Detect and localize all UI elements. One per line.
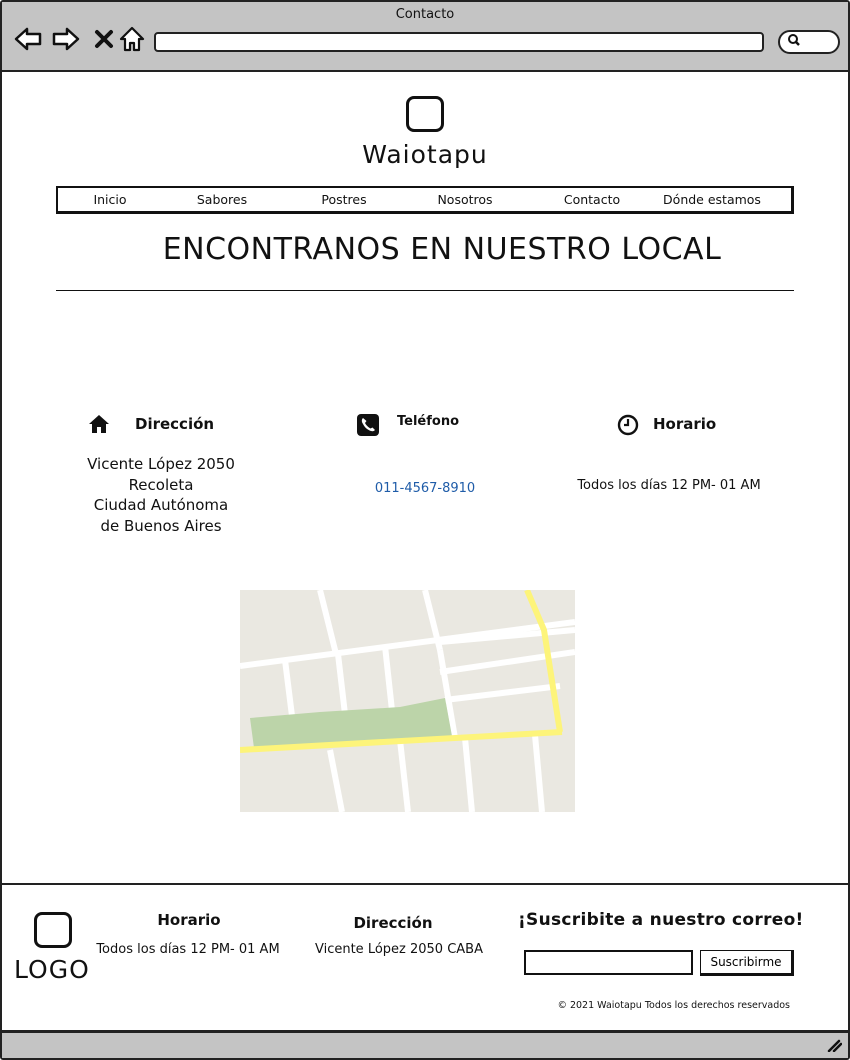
address-text: Vicente López 2050 Recoleta Ciudad Autón… [50,454,272,536]
nav-item-sabores[interactable]: Sabores [190,192,254,207]
hours-text: Todos los días 12 PM- 01 AM [577,478,761,493]
address-bar[interactable] [154,32,764,52]
clock-icon [617,414,639,440]
footer-hours-heading: Horario [157,911,221,929]
subscribe-button[interactable]: Suscribirme [700,950,794,976]
status-bar [2,1030,848,1058]
page-title: ENCONTRANOS EN NUESTRO LOCAL [162,232,722,267]
address-line: Recoleta [128,475,194,494]
brand-name: Waiotapu [362,140,488,169]
arrow-left-icon [14,27,42,51]
nav-item-inicio[interactable]: Inicio [88,192,132,207]
search-icon [787,33,801,51]
hours-heading: Horario [653,415,717,433]
nav-item-nosotros[interactable]: Nosotros [428,192,502,207]
address-line: Ciudad Autónoma [93,496,229,514]
home-icon [88,414,110,438]
browser-toolbar: Contacto [2,2,848,72]
footer-logo: LOGO [14,955,90,984]
footer-logo-mark [34,912,72,948]
footer-address-heading: Dirección [353,914,433,932]
stop-button[interactable] [90,26,118,52]
footer-hours-text: Todos los días 12 PM- 01 AM [96,942,280,957]
back-button[interactable] [14,26,42,52]
email-field[interactable] [524,950,693,975]
arrow-right-icon [52,27,80,51]
home-button[interactable] [118,26,146,52]
nav-item-postres[interactable]: Postres [312,192,376,207]
main-nav: Inicio Sabores Postres Nosotros Contacto… [56,186,794,214]
brand-logo[interactable] [406,96,444,132]
copyright-text: © 2021 Waiotapu Todos los derechos reser… [557,1000,790,1011]
browser-search[interactable] [778,30,840,54]
title-divider [56,290,794,291]
resize-handle-icon[interactable] [826,1038,843,1056]
phone-heading: Teléfono [397,414,460,429]
forward-button[interactable] [52,26,80,52]
address-line: Vicente López 2050 [87,455,235,473]
location-map[interactable] [240,590,575,812]
nav-item-contacto[interactable]: Contacto [556,192,628,207]
footer-address-text: Vicente López 2050 CABA [314,942,483,957]
phone-link[interactable]: 011-4567-8910 [330,481,520,496]
address-heading: Dirección [135,415,215,433]
home-icon [119,26,145,52]
subscribe-heading: ¡Suscribite a nuestro correo! [518,910,804,930]
map-graphic [240,590,575,812]
nav-item-donde-estamos[interactable]: Dónde estamos [656,192,768,207]
address-line: de Buenos Aires [100,516,222,535]
window-title: Contacto [395,7,455,22]
x-icon [95,30,113,48]
footer-divider [2,883,848,885]
phone-icon [357,414,379,440]
